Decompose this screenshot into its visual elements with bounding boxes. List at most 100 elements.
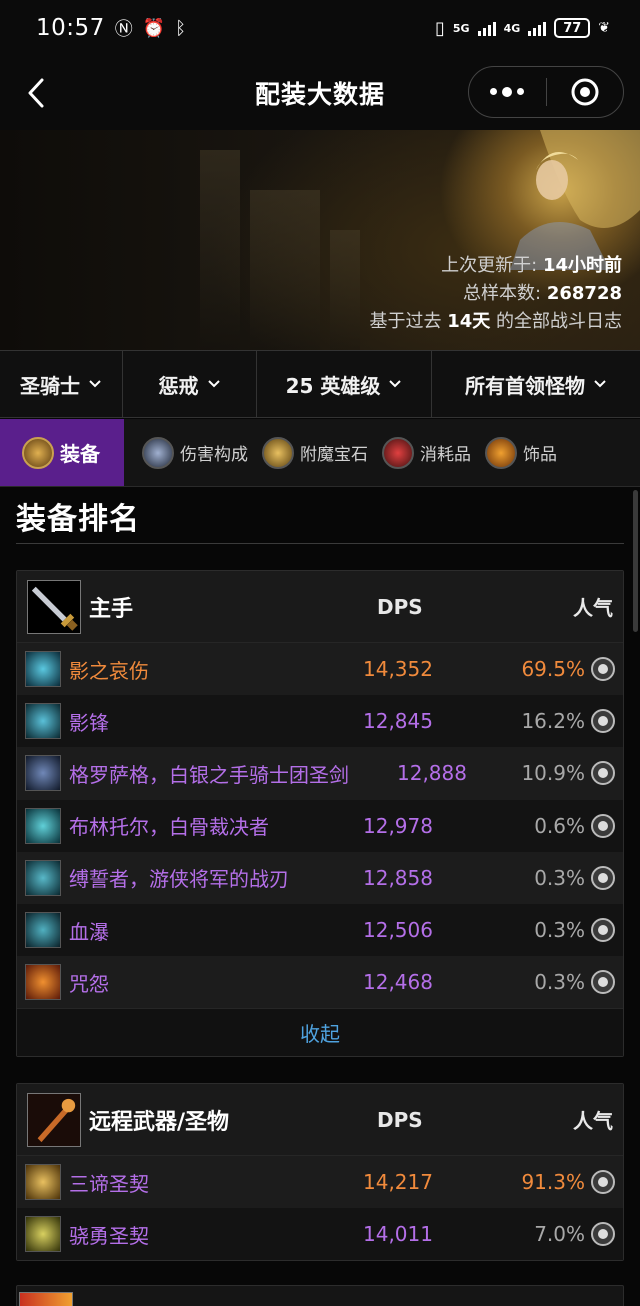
item-name: 血瀑 [69, 919, 109, 944]
page-title: 配装大数据 [254, 80, 385, 109]
network-type-2: 4G [503, 21, 521, 35]
bluetooth-icon: ᛒ [175, 17, 187, 39]
collapse-button[interactable]: 收起 [17, 1008, 623, 1057]
wowhead-icon[interactable] [591, 1222, 615, 1247]
chevron-down-icon [594, 380, 606, 388]
popularity-header: 人气 [573, 1109, 613, 1133]
filter-bar: 圣骑士 惩戒 25 英雄级 所有首领怪物 [0, 350, 640, 418]
trinket-icon [485, 436, 517, 469]
item-dps: 12,506 [363, 918, 433, 943]
bloodvenom-icon [25, 912, 61, 949]
updated-label: 上次更新于: [441, 255, 538, 276]
nav-bar: 配装大数据 [0, 56, 640, 130]
table-row[interactable]: 三谛圣契 14,217 91.3% [17, 1156, 623, 1209]
item-popularity: 0.3% [534, 970, 585, 995]
leaf-icon: ❦ [598, 20, 610, 36]
scroll-icon [262, 436, 294, 469]
filter-spec[interactable]: 惩戒 [123, 351, 257, 417]
item-popularity: 10.9% [521, 761, 585, 786]
table-row[interactable]: 骁勇圣契 14,011 7.0% [17, 1208, 623, 1261]
table-row[interactable]: 缚誓者，游侠将军的战刃 12,858 0.3% [17, 851, 623, 904]
item-dps: 12,888 [397, 761, 467, 786]
table-row[interactable]: 格罗萨格，白银之手骑士团圣剑 12,888 10.9% [17, 747, 623, 800]
table-row[interactable]: 血瀑 12,506 0.3% [17, 903, 623, 957]
table-row[interactable]: 影锋 12,845 16.2% [17, 695, 623, 748]
item-dps: 12,468 [363, 970, 433, 995]
stats-info: 上次更新于: 14小时前 总样本数: 268728 基于过去 14天 的全部战斗… [369, 252, 622, 336]
updated-value: 14小时前 [542, 255, 622, 276]
table-row[interactable]: 布林托尔，白骨裁决者 12,978 0.6% [17, 799, 623, 852]
close-miniprogram-icon[interactable] [547, 77, 624, 107]
tab-trinkets[interactable]: 饰品 [471, 419, 557, 486]
status-bar: 10:57 Ⓝ ⏰ ᛒ ▯ 5G 4G 77 ❦ [0, 0, 640, 56]
wowhead-icon[interactable] [591, 761, 615, 786]
basis-prefix: 基于过去 [369, 311, 442, 332]
filter-boss[interactable]: 所有首领怪物 [432, 351, 640, 417]
miniprogram-capsule [468, 66, 624, 118]
item-popularity: 0.3% [534, 918, 585, 943]
hero-banner: 上次更新于: 14小时前 总样本数: 268728 基于过去 14天 的全部战斗… [0, 130, 640, 350]
gear-card-mainhand: 主手 DPS 人气 影之哀伤 14,352 69.5% 影锋 12,845 16… [16, 570, 624, 1058]
tab-consumables-label: 消耗品 [420, 445, 471, 465]
basis-suffix: 的全部战斗日志 [496, 311, 622, 332]
armor-icon [22, 436, 54, 469]
wowhead-icon[interactable] [591, 709, 615, 734]
item-name: 影锋 [69, 710, 109, 735]
back-icon[interactable] [22, 76, 52, 110]
item-name: 骁勇圣契 [69, 1223, 149, 1248]
item-name: 咒怨 [69, 971, 109, 996]
table-row[interactable]: 咒怨 12,468 0.3% [17, 956, 623, 1009]
tab-enchant[interactable]: 附魔宝石 [248, 419, 368, 486]
item-popularity: 91.3% [521, 1170, 585, 1195]
item-popularity: 7.0% [534, 1222, 585, 1247]
slot-name: 远程武器/圣物 [89, 1109, 230, 1135]
item-list: 三谛圣契 14,217 91.3% 骁勇圣契 14,011 7.0% [17, 1156, 623, 1261]
libram-icon [25, 1164, 61, 1201]
wowhead-icon[interactable] [591, 1170, 615, 1195]
tab-gear[interactable]: 装备 [0, 419, 124, 486]
item-dps: 12,858 [363, 865, 433, 890]
tab-trinkets-label: 饰品 [523, 445, 557, 465]
tab-damage[interactable]: 伤害构成 [124, 419, 248, 486]
item-dps: 14,217 [363, 1170, 433, 1195]
network-type: 5G [452, 21, 470, 35]
sword-icon [142, 436, 174, 469]
scrollbar[interactable] [633, 490, 638, 632]
item-dps: 12,845 [363, 709, 433, 734]
filter-spec-label: 惩戒 [158, 373, 199, 398]
item-popularity: 0.3% [534, 865, 585, 890]
wowhead-icon[interactable] [591, 865, 615, 890]
glorenzelg-icon [25, 755, 61, 792]
wowhead-icon[interactable] [591, 657, 615, 682]
tab-damage-label: 伤害构成 [180, 445, 248, 465]
filter-class-label: 圣骑士 [20, 373, 80, 398]
status-time: 10:57 [36, 15, 105, 41]
shadowedge-icon [25, 703, 61, 740]
bryntroll-icon [25, 807, 61, 844]
samples-value: 268728 [546, 283, 622, 304]
filter-class[interactable]: 圣骑士 [0, 351, 123, 417]
wowhead-icon[interactable] [591, 813, 615, 838]
mainhand-sword-icon [27, 579, 81, 634]
item-popularity: 0.6% [534, 813, 585, 838]
basis-days: 14天 [447, 311, 491, 332]
relic-mace-icon [27, 1092, 81, 1147]
card-header: 远程武器/圣物 DPS 人气 [17, 1084, 623, 1156]
section-title: 装备排名 [16, 502, 140, 537]
tab-enchant-label: 附魔宝石 [300, 445, 368, 465]
more-icon[interactable] [469, 86, 546, 97]
table-row[interactable]: 影之哀伤 14,352 69.5% [17, 643, 623, 696]
wowhead-icon[interactable] [591, 918, 615, 943]
section-divider [16, 543, 624, 544]
wowhead-icon[interactable] [591, 970, 615, 995]
chevron-down-icon [389, 380, 402, 388]
card-header: 主手 DPS 人气 [17, 571, 623, 643]
next-slot-icon [19, 1292, 73, 1306]
item-dps: 14,011 [363, 1222, 433, 1247]
vibrate-icon: ▯ [434, 17, 445, 39]
dps-header: DPS [377, 594, 423, 619]
gear-card-relic: 远程武器/圣物 DPS 人气 三谛圣契 14,217 91.3% 骁勇圣契 14… [16, 1083, 624, 1262]
filter-difficulty[interactable]: 25 英雄级 [257, 351, 432, 417]
item-popularity: 16.2% [521, 709, 585, 734]
tab-consumables[interactable]: 消耗品 [368, 419, 471, 486]
